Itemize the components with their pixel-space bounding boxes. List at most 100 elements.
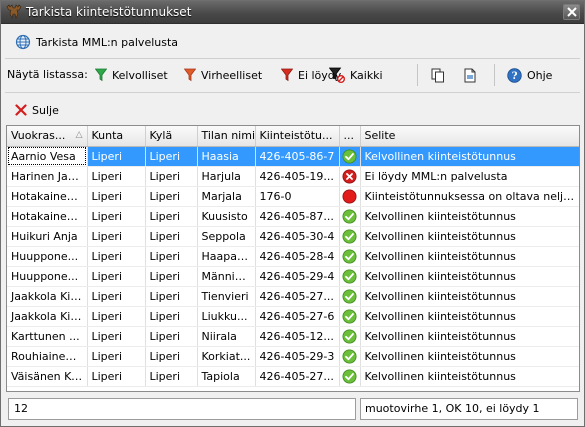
globe-icon xyxy=(15,34,31,50)
row-count: 12 xyxy=(8,398,356,420)
table-row[interactable]: Huuppone... Liperi Liperi Haapaoja 426-405-2… xyxy=(7,246,579,267)
filter-all-button[interactable]: Kaikki xyxy=(325,64,387,86)
copy-button[interactable] xyxy=(427,64,449,86)
table-row[interactable]: Hotakainen... Liperi Liperi Kuusisto 426-405… xyxy=(7,206,579,227)
results-table: Vuokras... △ Kunta Kylä Tilan nimi Kiint… xyxy=(7,126,579,387)
title-bar[interactable]: Tarkista kiinteistötunnukset xyxy=(1,1,584,24)
table-row[interactable]: Jaakkola Kirsi Liperi Liperi Liukku... 426-4… xyxy=(7,306,579,327)
cell-owner: Hotakainen... xyxy=(7,206,88,227)
status-cell xyxy=(339,286,361,307)
filter-clear-icon xyxy=(329,67,345,83)
close-button[interactable]: Sulje xyxy=(11,99,63,121)
cell-kunta: Liperi xyxy=(87,186,146,207)
cell-kyla: Liperi xyxy=(145,146,198,167)
cell-owner: Väisänen Kari xyxy=(7,366,88,387)
check-ok-icon xyxy=(342,229,357,243)
cell-tila: Marjala xyxy=(197,186,256,207)
cell-tila: Tienvieri xyxy=(197,286,256,307)
check-service-label: Tarkista MML:n palvelusta xyxy=(36,35,179,49)
cell-tila: Haasia xyxy=(197,146,256,167)
col-header-kyla[interactable]: Kylä xyxy=(145,126,198,147)
help-button[interactable]: ? Ohje xyxy=(503,64,556,86)
col-header-selite[interactable]: Selite xyxy=(360,126,579,147)
error-x-icon xyxy=(342,169,357,183)
error-dot-icon xyxy=(342,189,357,203)
cell-kunta: Liperi xyxy=(87,146,146,167)
cell-selite: Kelvollinen kiinteistötunnus xyxy=(360,266,579,287)
cell-selite: Kiinteistötunnuksessa on oltava neljä ..… xyxy=(360,186,579,207)
col-header-owner[interactable]: Vuokras... △ xyxy=(7,126,88,147)
status-cell xyxy=(339,146,361,167)
cell-kunta: Liperi xyxy=(87,366,146,387)
export-button[interactable] xyxy=(459,64,481,86)
cell-tila: Liukku... xyxy=(197,306,256,327)
cell-kunta: Liperi xyxy=(87,226,146,247)
cell-kunta: Liperi xyxy=(87,206,146,227)
cell-owner: Jaakkola Kirsi xyxy=(7,286,88,307)
cell-tunnus: 426-405-12... xyxy=(255,326,340,347)
cell-selite: Kelvollinen kiinteistötunnus xyxy=(360,326,579,347)
sort-ascending-icon: △ xyxy=(75,130,83,141)
table-row[interactable]: Jaakkola Kirsi Liperi Liperi Tienvieri 426-4… xyxy=(7,286,579,307)
cell-kyla: Liperi xyxy=(145,186,198,207)
table-row[interactable]: Rouhiainen... Liperi Liperi Korkiat... 426-4… xyxy=(7,346,579,367)
cell-selite: Kelvollinen kiinteistötunnus xyxy=(360,306,579,327)
cell-tunnus: 426-405-28-4 xyxy=(255,246,340,267)
table-row[interactable]: Huikuri Anja Liperi Liperi Seppola 426-405-3… xyxy=(7,226,579,247)
cell-tila: Seppola xyxy=(197,226,256,247)
cell-selite: Ei löydy MML:n palvelusta xyxy=(360,166,579,187)
cell-kunta: Liperi xyxy=(87,346,146,367)
cell-kyla: Liperi xyxy=(145,266,198,287)
cell-tunnus: 426-405-87... xyxy=(255,206,340,227)
table-row[interactable]: Väisänen Kari Liperi Liperi Tapiola 426-405-… xyxy=(7,366,579,387)
status-cell xyxy=(339,326,361,347)
cell-owner: Huikuri Anja xyxy=(7,226,88,247)
cell-owner: Hotakainen... xyxy=(7,186,88,207)
table-row[interactable]: Karttunen ... Liperi Liperi Niirala 426-405-… xyxy=(7,326,579,347)
filter-all-label: Kaikki xyxy=(350,68,383,82)
toolbar-separator xyxy=(417,64,418,86)
cell-tunnus: 426-405-27... xyxy=(255,286,340,307)
table-row[interactable]: Harinen Jaa... Liperi Liperi Harjula 426-405… xyxy=(7,166,579,187)
cell-owner: Aarnio Vesa xyxy=(7,146,88,167)
info-icon: ? xyxy=(507,67,522,83)
cell-kunta: Liperi xyxy=(87,166,146,187)
filter-green-icon xyxy=(95,68,107,82)
window-close-button[interactable] xyxy=(563,4,580,20)
check-ok-icon xyxy=(342,209,357,223)
cell-tunnus: 176-0 xyxy=(255,186,340,207)
table-row[interactable]: Hotakainen... Liperi Liperi Marjala 176-0 Kii… xyxy=(7,186,579,207)
cell-kunta: Liperi xyxy=(87,266,146,287)
cell-kyla: Liperi xyxy=(145,306,198,327)
cell-kunta: Liperi xyxy=(87,306,146,327)
results-grid[interactable]: Vuokras... △ Kunta Kylä Tilan nimi Kiint… xyxy=(6,125,580,392)
close-icon xyxy=(567,7,577,17)
filter-invalid-button[interactable]: Virheelliset xyxy=(180,64,266,86)
filter-valid-button[interactable]: Kelvolliset xyxy=(91,64,172,86)
cell-selite: Kelvollinen kiinteistötunnus xyxy=(360,146,579,167)
toolbar-divider-2 xyxy=(5,92,580,93)
table-row[interactable]: Huuppone... Liperi Liperi Männistö 426-405-2… xyxy=(7,266,579,287)
show-in-list-label: Näytä listassa: xyxy=(7,68,88,81)
check-ok-icon xyxy=(342,309,357,323)
window-title: Tarkista kiinteistötunnukset xyxy=(26,5,192,19)
table-row[interactable]: Aarnio Vesa Liperi Liperi Haasia 426-405-86-… xyxy=(7,146,579,167)
cell-kyla: Liperi xyxy=(145,206,198,227)
col-header-kunta[interactable]: Kunta xyxy=(87,126,146,147)
filter-red-icon xyxy=(281,68,293,82)
cell-tila: Haapaoja xyxy=(197,246,256,267)
check-ok-icon xyxy=(342,269,357,283)
cell-tunnus: 426-405-19... xyxy=(255,166,340,187)
filter-orange-icon xyxy=(184,68,196,82)
grid-header: Vuokras... △ Kunta Kylä Tilan nimi Kiint… xyxy=(7,126,579,147)
col-header-tila[interactable]: Tilan nimi xyxy=(197,126,256,147)
svg-text:?: ? xyxy=(512,71,518,82)
check-service-button[interactable]: Tarkista MML:n palvelusta xyxy=(11,31,182,53)
cell-owner: Rouhiainen... xyxy=(7,346,88,367)
cell-tunnus: 426-405-27... xyxy=(255,366,340,387)
cell-tunnus: 426-405-29-4 xyxy=(255,266,340,287)
cell-tila: Kuusisto xyxy=(197,206,256,227)
col-header-tunnus[interactable]: Kiinteistötu... xyxy=(255,126,340,147)
status-cell xyxy=(339,366,361,387)
col-header-status[interactable]: ... xyxy=(339,126,361,147)
